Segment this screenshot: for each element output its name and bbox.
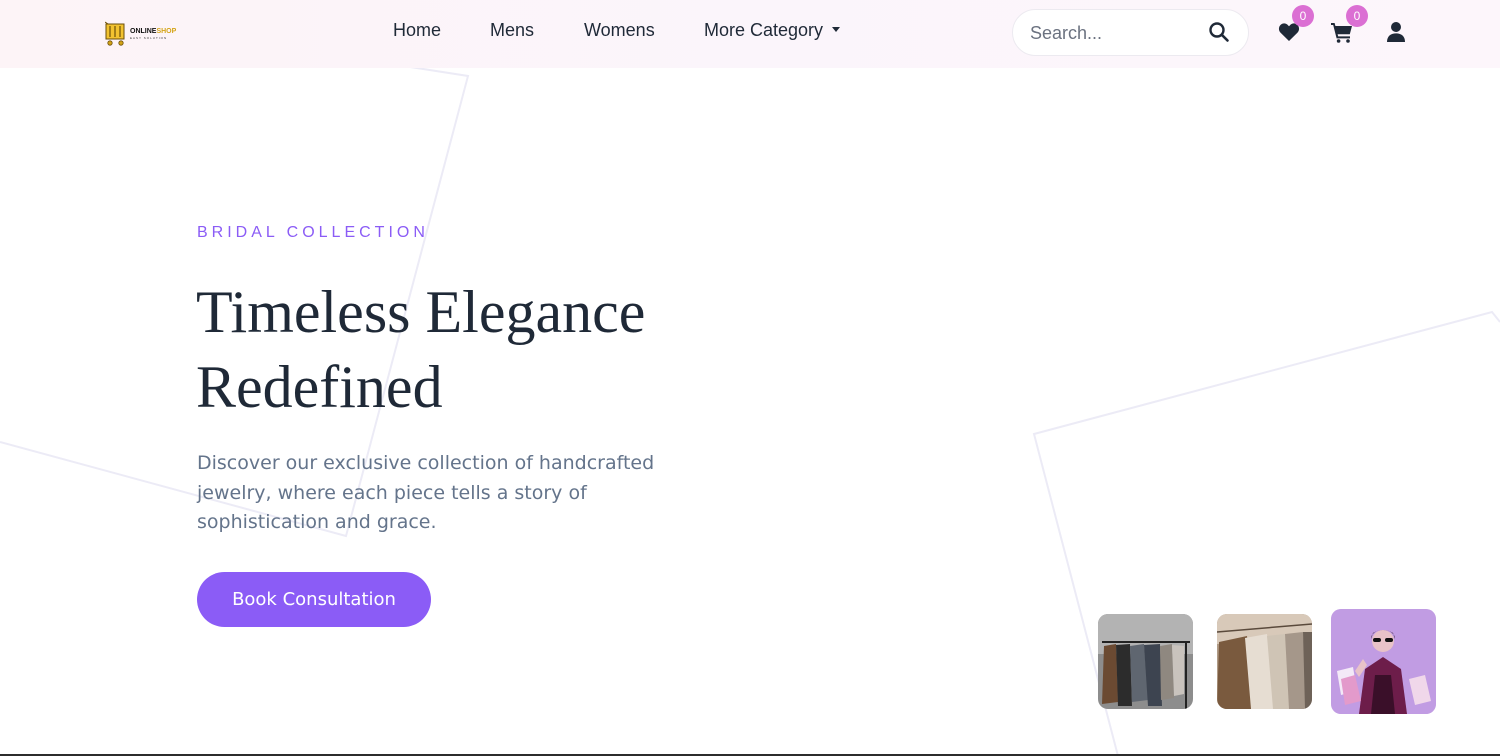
logo-wordmark: ONLINESHOP: [130, 28, 177, 35]
logo-cart-icon: [105, 21, 125, 46]
hero-headline-line1: Timeless Elegance: [196, 279, 646, 345]
cart-count-badge: 0: [1346, 5, 1368, 27]
search-input[interactable]: [1030, 21, 1200, 45]
site-logo[interactable]: ONLINESHOP EASY SOLUTION: [105, 20, 187, 48]
knitwear-rack-image: [1217, 614, 1312, 709]
hero-description: Discover our exclusive collection of han…: [197, 452, 655, 533]
wishlist-count-badge: 0: [1292, 5, 1314, 27]
nav-more-category-label: More Category: [704, 20, 824, 40]
hero-section: BRIDAL COLLECTION Timeless Elegance Rede…: [0, 68, 1500, 756]
search-icon[interactable]: [1208, 21, 1230, 43]
shopping-woman-image: [1331, 609, 1436, 714]
nav-womens[interactable]: Womens: [584, 20, 655, 41]
user-icon[interactable]: [1384, 20, 1408, 44]
hero-eyebrow: BRIDAL COLLECTION: [197, 224, 429, 241]
nav-more-category-dropdown[interactable]: More Category: [704, 20, 841, 41]
thumbnail-clothing-rack[interactable]: [1098, 614, 1193, 709]
hero-headline: Timeless Elegance Redefined: [196, 275, 756, 425]
site-header: ONLINESHOP EASY SOLUTION Home Mens Women…: [0, 0, 1500, 68]
thumbnail-knitwear[interactable]: [1217, 614, 1312, 709]
nav-mens[interactable]: Mens: [490, 20, 534, 41]
caret-down-icon: [832, 26, 841, 32]
clothing-rack-image: [1098, 614, 1193, 709]
nav-home[interactable]: Home: [393, 20, 441, 41]
logo-tagline: EASY SOLUTION: [130, 36, 168, 40]
book-consultation-button[interactable]: Book Consultation: [197, 572, 431, 627]
hero-headline-line2: Redefined: [196, 354, 443, 420]
thumbnail-shopping-woman[interactable]: [1331, 609, 1436, 714]
